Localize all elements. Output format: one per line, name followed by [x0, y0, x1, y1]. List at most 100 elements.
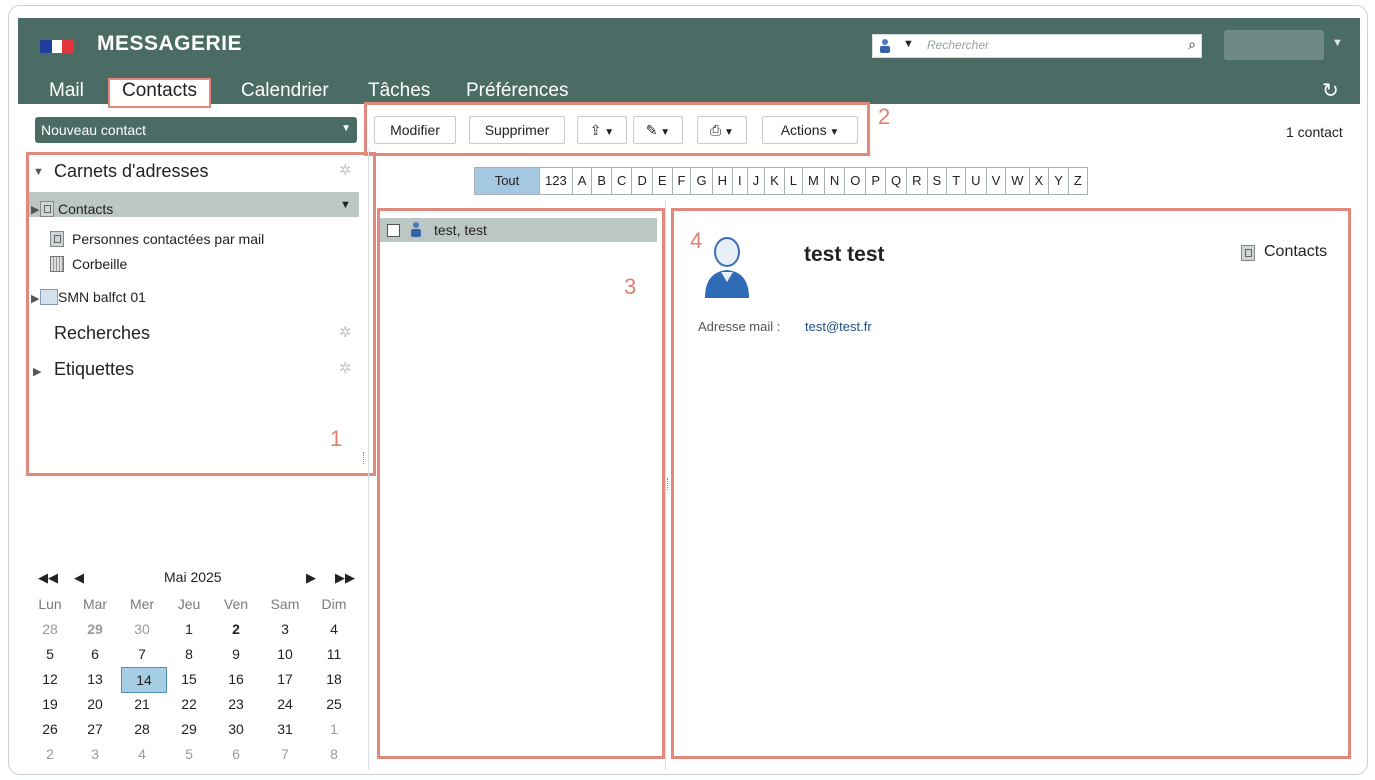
- alpha-filter-m[interactable]: M: [802, 168, 824, 194]
- collapse-triangle-icon[interactable]: ▼: [33, 166, 44, 178]
- alpha-filter-f[interactable]: F: [671, 168, 691, 194]
- alpha-filter-x[interactable]: X: [1028, 168, 1049, 194]
- calendar-day[interactable]: 28: [30, 621, 70, 637]
- edit-button[interactable]: Modifier: [374, 116, 456, 144]
- alpha-filter-y[interactable]: Y: [1048, 168, 1068, 194]
- alpha-filter-p[interactable]: P: [865, 168, 885, 194]
- calendar-day[interactable]: 8: [314, 746, 354, 762]
- alpha-filter-e[interactable]: E: [651, 168, 672, 194]
- calendar-day[interactable]: 24: [265, 696, 305, 712]
- alpha-filter-d[interactable]: D: [631, 168, 651, 194]
- alpha-filter-w[interactable]: W: [1005, 168, 1028, 194]
- person-icon[interactable]: [879, 38, 891, 53]
- calendar-day[interactable]: 10: [265, 646, 305, 662]
- sidebar-item-personnes[interactable]: Personnes contactées par mail: [72, 231, 264, 247]
- calendar-day[interactable]: 18: [314, 671, 354, 687]
- prev-month-icon[interactable]: ◀: [74, 570, 84, 586]
- calendar-day[interactable]: 1: [314, 721, 354, 737]
- calendar-day[interactable]: 31: [265, 721, 305, 737]
- list-item[interactable]: test, test: [434, 222, 487, 238]
- tab-mail[interactable]: Mail: [49, 80, 84, 102]
- gear-icon[interactable]: ✲: [339, 161, 352, 179]
- alpha-filter-i[interactable]: I: [731, 168, 747, 194]
- gear-icon[interactable]: ✲: [339, 359, 352, 377]
- chevron-down-icon[interactable]: ▼: [341, 123, 351, 134]
- tab-calendrier[interactable]: Calendrier: [241, 80, 329, 102]
- calendar-day[interactable]: 30: [216, 721, 256, 737]
- calendar-day[interactable]: 6: [216, 746, 256, 762]
- alpha-filter-o[interactable]: O: [844, 168, 865, 194]
- calendar-day[interactable]: 4: [314, 621, 354, 637]
- alpha-filter-z[interactable]: Z: [1067, 168, 1087, 194]
- resize-handle[interactable]: [667, 478, 670, 490]
- alpha-filter-h[interactable]: H: [711, 168, 732, 194]
- alpha-filter-u[interactable]: U: [965, 168, 985, 194]
- alpha-filter-tout[interactable]: Tout: [475, 168, 539, 194]
- calendar-day[interactable]: 7: [122, 646, 162, 662]
- calendar-day[interactable]: 23: [216, 696, 256, 712]
- calendar-day[interactable]: 7: [265, 746, 305, 762]
- alpha-filter-r[interactable]: R: [906, 168, 926, 194]
- refresh-icon[interactable]: ↻: [1322, 78, 1339, 103]
- alpha-filter-a[interactable]: A: [571, 168, 592, 194]
- sidebar-item-corbeille[interactable]: Corbeille: [72, 256, 127, 272]
- chevron-down-icon[interactable]: ▼: [340, 199, 351, 211]
- calendar-day[interactable]: 19: [30, 696, 70, 712]
- search-box[interactable]: ▼ Rechercher ⌕: [872, 34, 1202, 58]
- calendar-day[interactable]: 20: [75, 696, 115, 712]
- tab-taches[interactable]: Tâches: [368, 80, 430, 102]
- search-icon[interactable]: ⌕: [1188, 36, 1196, 53]
- tab-contacts[interactable]: Contacts: [108, 78, 211, 108]
- prev-year-icon[interactable]: ◀◀: [38, 570, 58, 586]
- sidebar-item-contacts[interactable]: Contacts: [58, 201, 113, 217]
- searches-title[interactable]: Recherches: [54, 323, 150, 344]
- labels-title[interactable]: Etiquettes: [54, 359, 134, 380]
- calendar-day[interactable]: 3: [265, 621, 305, 637]
- next-month-icon[interactable]: ▶: [306, 570, 316, 586]
- calendar-day[interactable]: 25: [314, 696, 354, 712]
- alpha-filter-q[interactable]: Q: [885, 168, 906, 194]
- calendar-day[interactable]: 21: [122, 696, 162, 712]
- calendar-day[interactable]: 6: [75, 646, 115, 662]
- alpha-filter-t[interactable]: T: [946, 168, 965, 194]
- expand-triangle-icon[interactable]: ▶: [31, 292, 39, 305]
- alpha-filter-k[interactable]: K: [764, 168, 784, 194]
- resize-handle[interactable]: [363, 452, 366, 464]
- calendar-day[interactable]: 11: [314, 646, 354, 662]
- calendar-day[interactable]: 5: [169, 746, 209, 762]
- calendar-day[interactable]: 17: [265, 671, 305, 687]
- calendar-day[interactable]: 13: [75, 671, 115, 687]
- print-button[interactable]: ⎙ ▼: [697, 116, 747, 144]
- expand-triangle-icon[interactable]: ▶: [31, 203, 39, 216]
- calendar-day[interactable]: 1: [169, 621, 209, 637]
- alpha-filter-g[interactable]: G: [690, 168, 711, 194]
- calendar-day[interactable]: 15: [169, 671, 209, 687]
- calendar-day[interactable]: 2: [30, 746, 70, 762]
- calendar-day[interactable]: 3: [75, 746, 115, 762]
- select-checkbox[interactable]: [387, 224, 400, 237]
- search-input[interactable]: Rechercher: [927, 38, 989, 52]
- gear-icon[interactable]: ✲: [339, 323, 352, 341]
- alpha-filter-123[interactable]: 123: [539, 168, 572, 194]
- user-menu[interactable]: [1224, 30, 1324, 60]
- calendar-day[interactable]: 8: [169, 646, 209, 662]
- calendar-day[interactable]: 28: [122, 721, 162, 737]
- delete-button[interactable]: Supprimer: [469, 116, 565, 144]
- calendar-day[interactable]: 29: [75, 621, 115, 637]
- calendar-day[interactable]: 16: [216, 671, 256, 687]
- calendar-day[interactable]: 29: [169, 721, 209, 737]
- alpha-filter-n[interactable]: N: [823, 168, 844, 194]
- alpha-filter-j[interactable]: J: [746, 168, 765, 194]
- calendar-day[interactable]: 12: [30, 671, 70, 687]
- search-scope-caret-icon[interactable]: ▼: [903, 38, 914, 50]
- label-button[interactable]: ✎ ▼: [633, 116, 683, 144]
- calendar-day[interactable]: 14: [121, 667, 167, 693]
- calendar-day[interactable]: 9: [216, 646, 256, 662]
- calendar-day[interactable]: 26: [30, 721, 70, 737]
- alpha-filter-b[interactable]: B: [591, 168, 611, 194]
- expand-triangle-icon[interactable]: ▶: [33, 365, 41, 378]
- calendar-day[interactable]: 4: [122, 746, 162, 762]
- tab-preferences[interactable]: Préférences: [466, 80, 568, 102]
- calendar-day[interactable]: 27: [75, 721, 115, 737]
- email-link[interactable]: test@test.fr: [805, 319, 872, 334]
